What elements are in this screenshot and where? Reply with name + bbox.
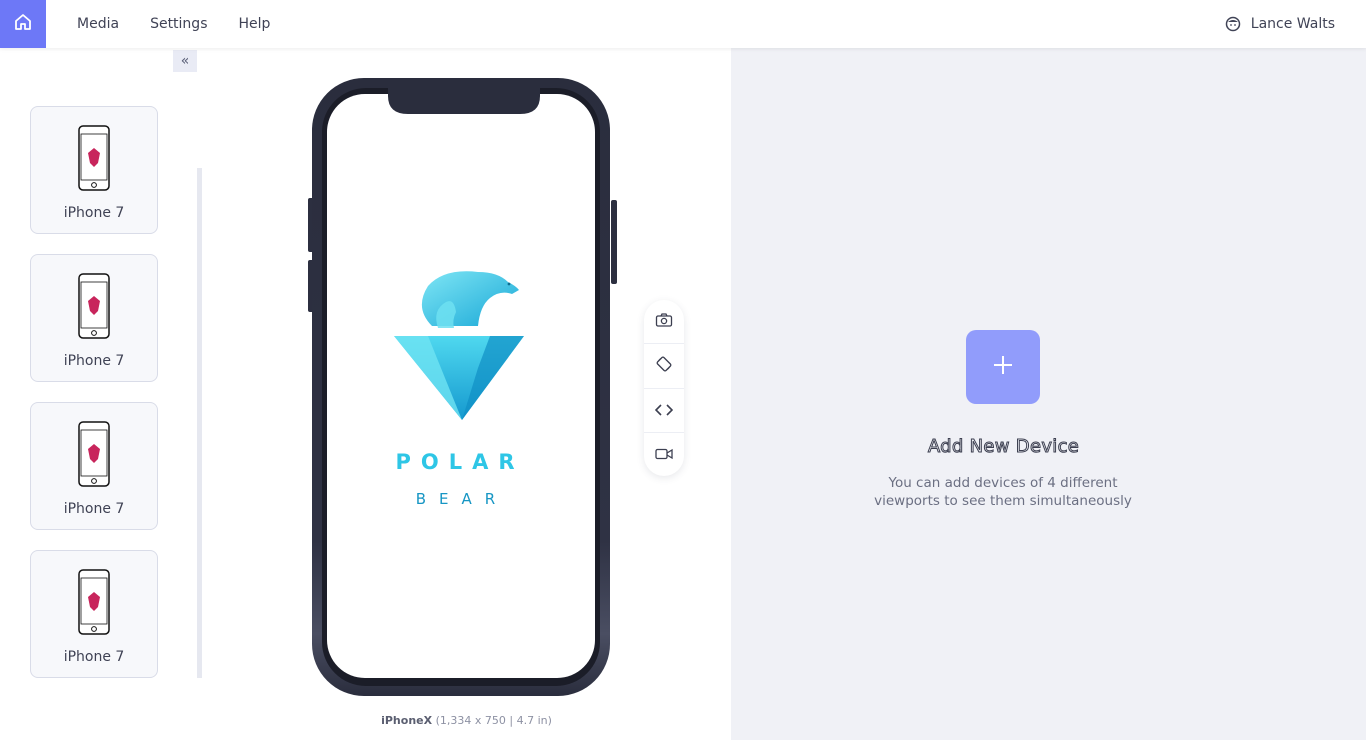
home-icon — [13, 12, 33, 36]
device-card[interactable]: iPhone 7 — [30, 254, 158, 382]
device-card-label: iPhone 7 — [63, 205, 125, 221]
preview-toolbar — [644, 300, 684, 476]
iphone-x-frame: POLAR BEAR — [308, 76, 618, 702]
nav-media[interactable]: Media — [77, 16, 119, 32]
user-name: Lance Walts — [1250, 16, 1335, 32]
top-bar: Media Settings Help Lance Walts — [0, 0, 1366, 48]
device-caption: iPhoneX (1,334 x 750 | 4.7 in) — [202, 714, 731, 727]
video-icon — [655, 445, 673, 464]
add-device-title: Add New Device — [927, 436, 1080, 458]
code-icon — [654, 401, 674, 420]
iphone-thumbnail-icon — [78, 273, 110, 343]
rotate-icon — [656, 356, 672, 376]
device-card[interactable]: iPhone 7 — [30, 402, 158, 530]
device-sidebar: « iPhone 7 iPhone 7 iPhone 7 iPhone 7 — [0, 48, 202, 740]
rotate-button[interactable] — [644, 344, 684, 389]
logo-text-polar: POLAR — [395, 450, 524, 474]
home-button[interactable] — [0, 0, 46, 48]
logo-text-bear: BEAR — [416, 490, 508, 508]
device-name: iPhoneX — [381, 714, 433, 727]
plus-icon — [992, 354, 1014, 380]
device-card[interactable]: iPhone 7 — [30, 106, 158, 234]
user-menu[interactable]: Lance Walts — [1225, 0, 1335, 48]
nav-settings[interactable]: Settings — [150, 16, 207, 32]
device-preview-pane: POLAR BEAR iPhoneX (1,334 x 750 | 4.7 in… — [202, 48, 731, 740]
record-button[interactable] — [644, 433, 684, 476]
device-card[interactable]: iPhone 7 — [30, 550, 158, 678]
user-avatar-icon — [1225, 16, 1241, 32]
device-card-label: iPhone 7 — [63, 501, 125, 517]
add-device-description: You can add devices of 4 different viewp… — [874, 475, 1132, 509]
device-specs: (1,334 x 750 | 4.7 in) — [435, 714, 552, 727]
code-button[interactable] — [644, 389, 684, 433]
add-device-button[interactable] — [966, 330, 1040, 404]
device-card-label: iPhone 7 — [63, 353, 125, 369]
camera-icon — [655, 312, 673, 332]
add-device-panel: Add New Device You can add devices of 4 … — [731, 48, 1366, 740]
screenshot-button[interactable] — [644, 300, 684, 345]
collapse-sidebar-button[interactable]: « — [173, 50, 197, 72]
iphone-thumbnail-icon — [78, 569, 110, 639]
nav-help[interactable]: Help — [238, 16, 270, 32]
iphone-thumbnail-icon — [78, 421, 110, 491]
device-card-label: iPhone 7 — [63, 649, 125, 665]
main-nav: Media Settings Help — [77, 0, 301, 48]
iphone-thumbnail-icon — [78, 125, 110, 195]
